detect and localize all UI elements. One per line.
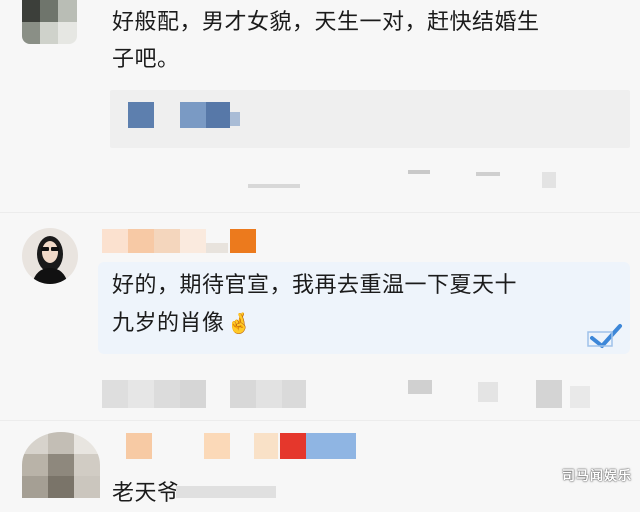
reply-preview-box[interactable] bbox=[110, 90, 630, 148]
comment-text-line1: 好的，期待官宣，我再去重温一下夏天十 bbox=[112, 273, 518, 298]
username-blurred[interactable] bbox=[104, 433, 364, 459]
comment-text-line2: 子吧。 bbox=[112, 47, 180, 72]
check-icon bbox=[586, 320, 626, 352]
comment-icon[interactable] bbox=[476, 172, 500, 176]
divider bbox=[0, 212, 640, 213]
like-icon[interactable] bbox=[542, 172, 556, 188]
divider bbox=[0, 420, 640, 421]
blurred-username bbox=[128, 102, 154, 128]
comment-text-line2-text: 九岁的肖像 bbox=[112, 311, 225, 336]
like-icon[interactable] bbox=[536, 380, 562, 408]
blurred-text bbox=[176, 486, 276, 498]
share-icon[interactable] bbox=[408, 170, 430, 174]
watermark: 司马闻娱乐 bbox=[561, 469, 632, 484]
avatar[interactable] bbox=[22, 432, 100, 498]
comment-text-line1: 老天爷 bbox=[112, 481, 180, 506]
comment-text-line1: 好般配，男才女貌，天生一对，赶快结婚生 bbox=[112, 10, 540, 35]
comment-action-row bbox=[100, 380, 630, 410]
comment-icon[interactable] bbox=[478, 382, 498, 402]
username-blurred[interactable] bbox=[102, 229, 262, 253]
comment-action-row bbox=[110, 168, 630, 190]
timestamp-blurred bbox=[102, 380, 128, 408]
avatar[interactable] bbox=[22, 0, 77, 44]
avatar-portrait-icon bbox=[32, 236, 68, 284]
share-icon[interactable] bbox=[408, 380, 432, 394]
comment-text-line2: 九岁的肖像 🤞 bbox=[112, 305, 252, 342]
like-count-blurred bbox=[570, 386, 590, 408]
avatar[interactable] bbox=[22, 228, 78, 284]
fingers-crossed-emoji: 🤞 bbox=[226, 311, 252, 335]
timestamp-blurred bbox=[248, 184, 300, 188]
